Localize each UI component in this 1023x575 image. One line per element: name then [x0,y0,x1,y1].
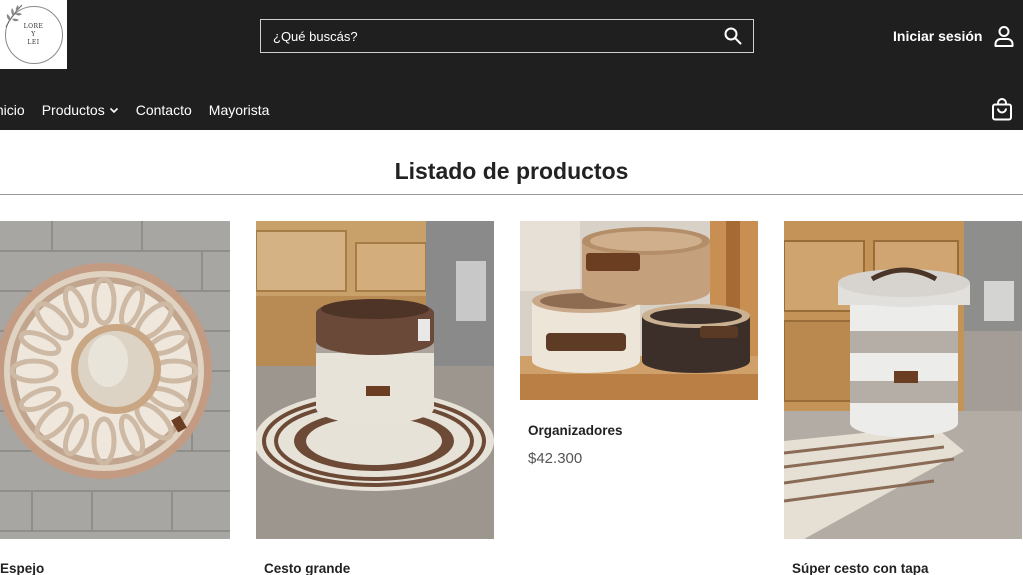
logo-badge: LORE Y LEI [4,4,63,64]
user-icon [994,26,1014,47]
shopping-bag-icon[interactable] [990,98,1014,122]
product-image[interactable] [0,221,230,539]
login-label: Iniciar sesión [893,28,983,44]
product-name[interactable]: Organizadores [528,423,623,438]
product-name[interactable]: Espejo [0,561,44,575]
logo-line-1: LORE [23,22,44,30]
search-bar [260,19,754,53]
product-price: $42.300 [528,450,583,467]
nav-label: Mayorista [208,102,270,118]
product-name[interactable]: Cesto grande [264,561,350,575]
chevron-down-icon [109,107,118,114]
store-logo[interactable]: LORE Y LEI [0,0,67,69]
title-divider [0,194,1023,195]
search-input[interactable] [261,20,713,52]
logo-line-3: LEI [27,38,40,46]
login-link[interactable]: Iniciar sesión [893,22,1016,50]
page-title: Listado de productos [394,158,629,184]
nav-item-contacto[interactable]: Contacto [136,102,192,118]
logo-line-2: Y [31,30,36,38]
nav-item-mayorista[interactable]: Mayorista [209,102,270,118]
product-photo-mirror [0,221,230,539]
product-photo-lidded-basket [784,221,1022,539]
search-icon [724,27,742,45]
logo-text: LORE Y LEI [24,23,44,47]
nav-item-productos[interactable]: Productos [42,102,119,118]
nav-item-inicio[interactable]: Inicio [0,102,25,118]
product-image[interactable] [256,221,494,539]
page: LORE Y LEI Iniciar sesión [0,0,1023,575]
product-card-espejo[interactable]: Espejo [0,221,230,575]
product-card-cesto-grande[interactable]: Cesto grande [256,221,494,575]
product-image[interactable] [520,221,758,400]
main-nav: Inicio Productos Contacto Mayorista [0,93,286,127]
search-button[interactable] [713,20,753,52]
product-card-organizadores[interactable]: Organizadores $42.300 [520,221,758,467]
product-photo-organizers [520,221,758,400]
nav-label: Contacto [135,102,192,118]
nav-label: Productos [41,102,105,118]
product-image[interactable] [784,221,1022,539]
product-name[interactable]: Súper cesto con tapa [792,561,929,575]
product-photo-basket [256,221,494,539]
product-card-super-cesto[interactable]: Súper cesto con tapa [784,221,1022,575]
nav-label: Inicio [0,102,25,118]
site-header: LORE Y LEI Iniciar sesión [0,0,1023,130]
leaf-icon [5,4,22,27]
